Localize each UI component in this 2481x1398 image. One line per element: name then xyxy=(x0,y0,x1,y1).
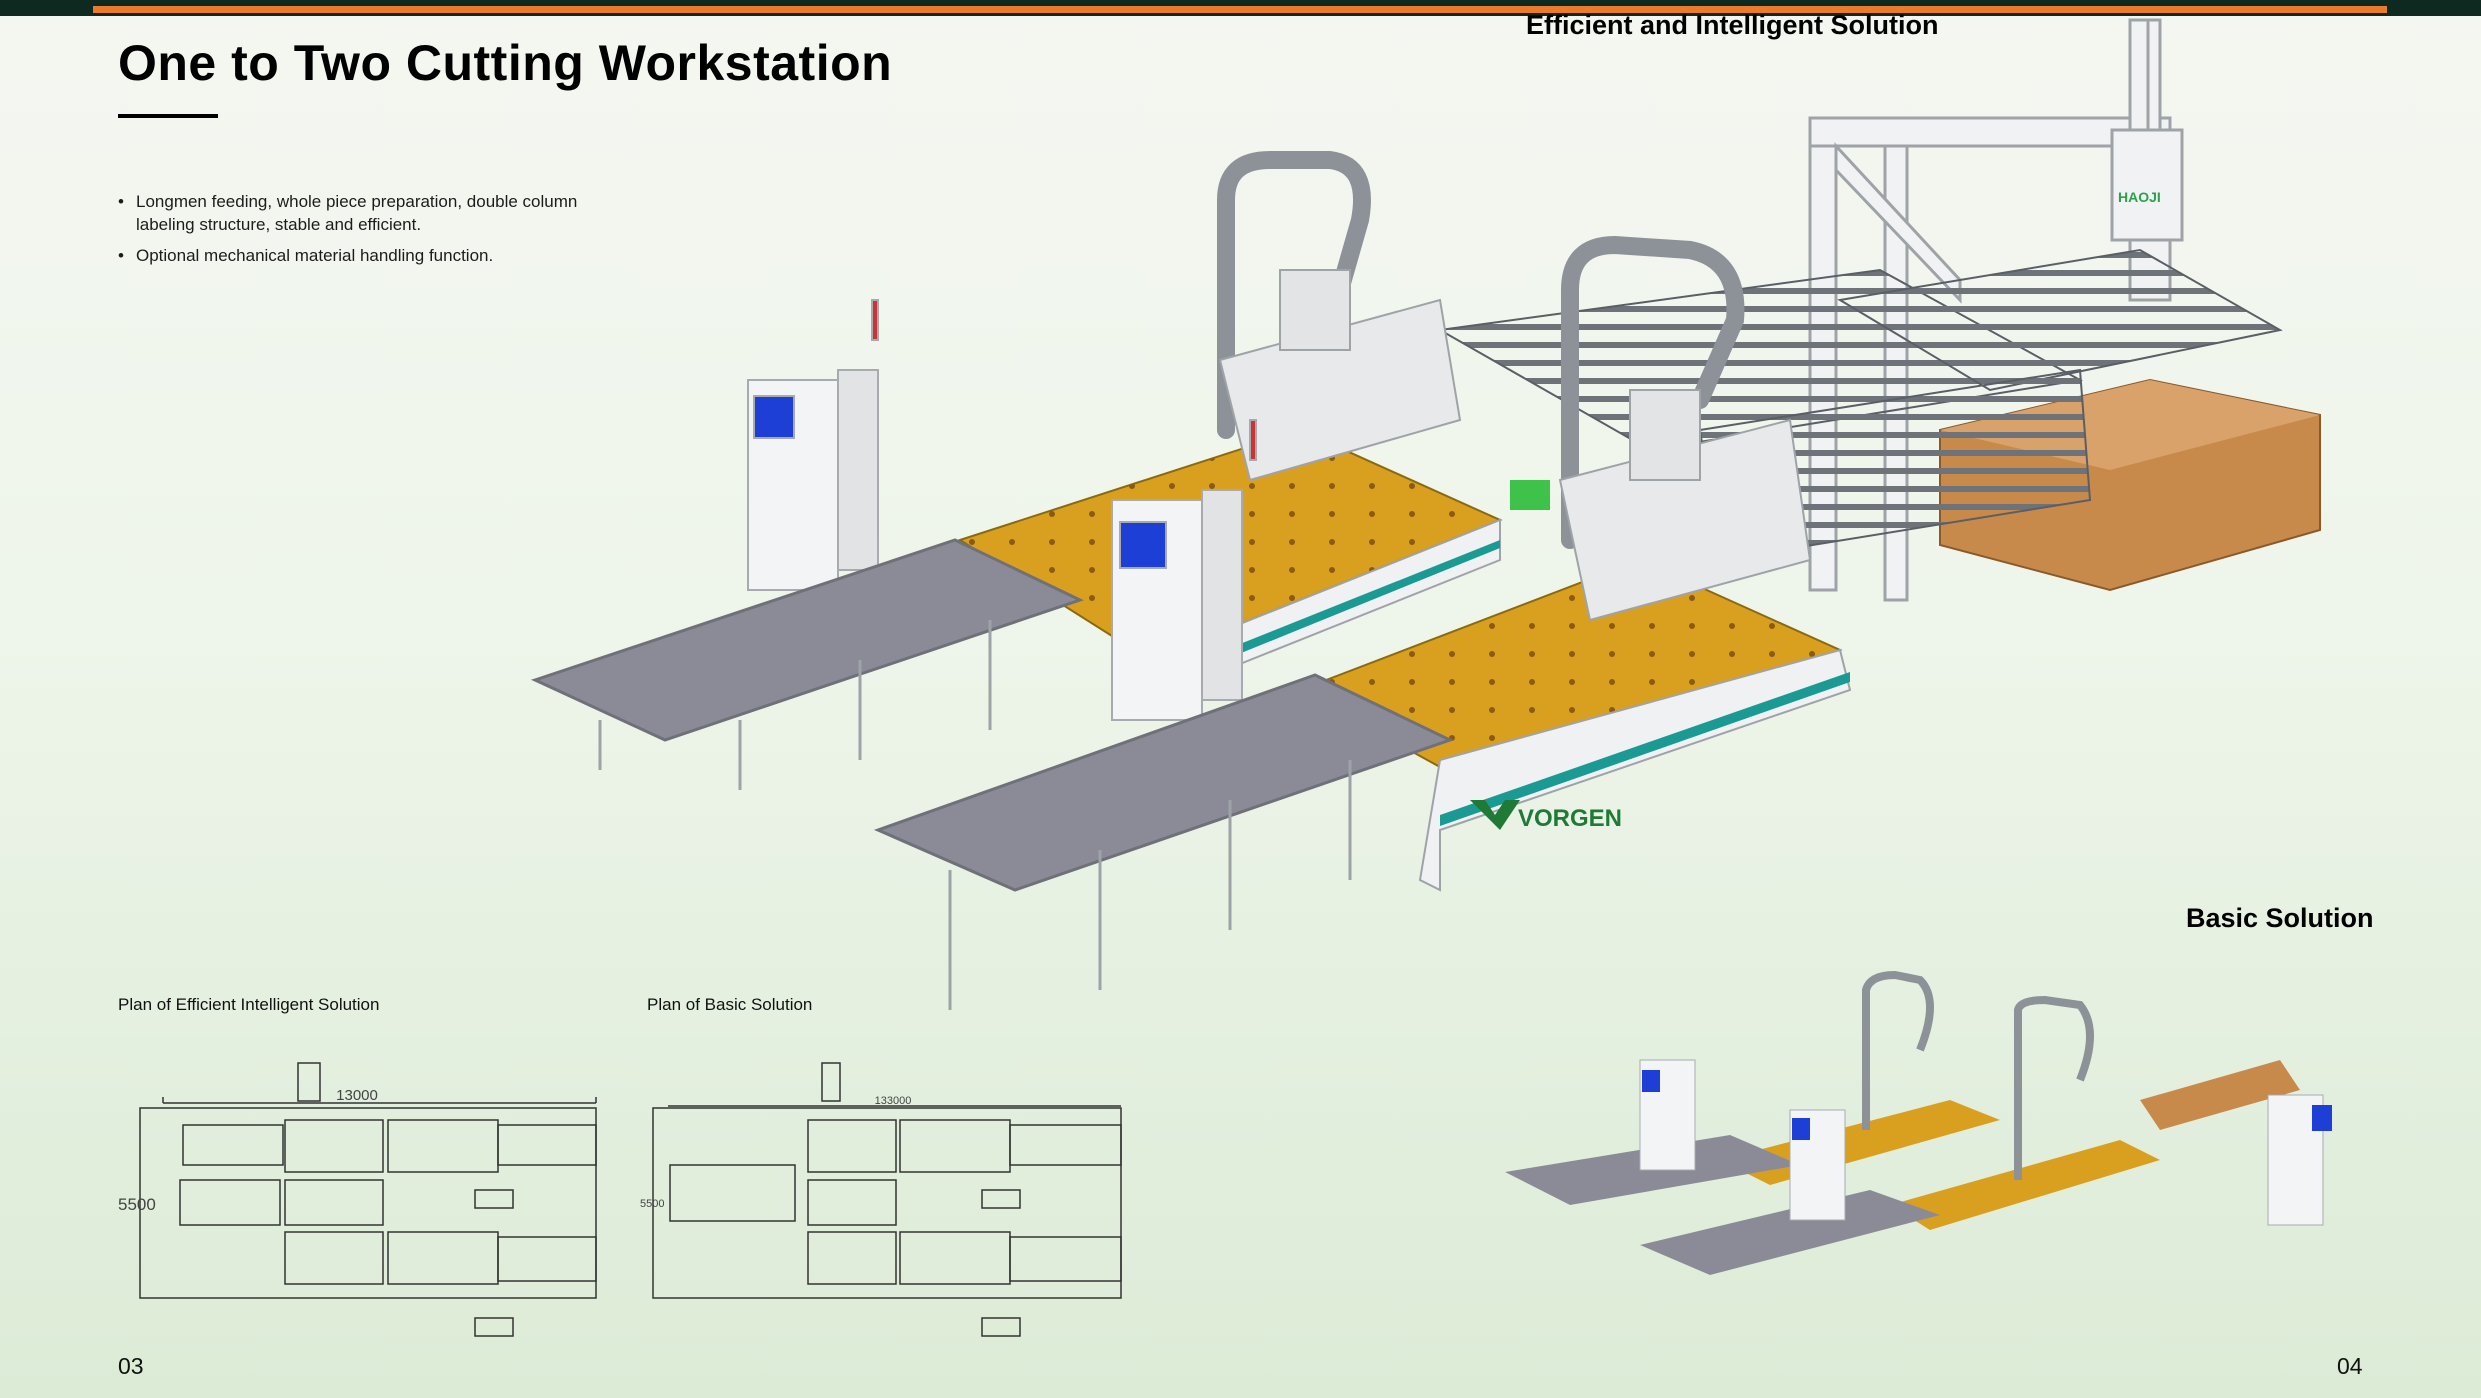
illustrations: HAOJI VORGEN 13000 5500 133000 5500 xyxy=(118,18,2332,1337)
brand-logo: VORGEN xyxy=(1518,805,1622,832)
efficient-plan-label: Plan of Efficient Intelligent Solution xyxy=(118,995,380,1014)
basic-solution-machine-illustration xyxy=(1505,970,2332,1275)
page-number-right: 04 xyxy=(2337,1353,2363,1379)
efficient-solution-machine-illustration: HAOJI VORGEN xyxy=(530,18,2321,1010)
gantry-brand: HAOJI xyxy=(2118,189,2161,205)
efficient-length-dimension: 13000 xyxy=(336,1087,378,1104)
page-number-left: 03 xyxy=(118,1353,144,1379)
basic-width-dimension: 5500 xyxy=(640,1198,664,1210)
efficient-width-dimension: 5500 xyxy=(118,1195,156,1214)
basic-length-dimension: 133000 xyxy=(875,1095,912,1107)
basic-plan-label: Plan of Basic Solution xyxy=(647,995,813,1014)
